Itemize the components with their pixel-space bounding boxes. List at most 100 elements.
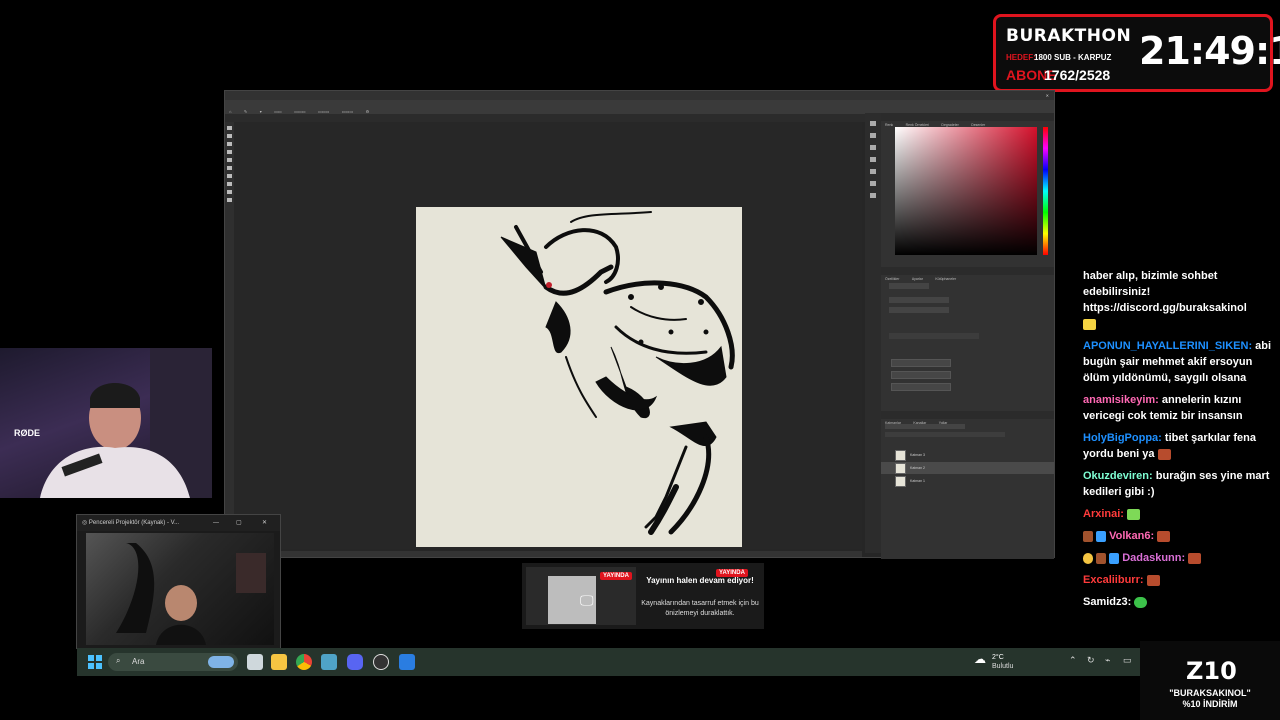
chat-message: Okuzdeviren: burağın ses yine mart kedil… bbox=[1083, 468, 1273, 500]
emote-icon bbox=[1083, 318, 1096, 330]
goal-value: 1800 SUB - KARPUZ bbox=[1034, 53, 1112, 62]
close-icon[interactable]: ✕ bbox=[1046, 91, 1049, 100]
color-picker-field[interactable] bbox=[895, 127, 1037, 255]
ink-sketch-artwork bbox=[500, 211, 735, 535]
chat-text: haber alıp, bizimle sohbet edebilirsiniz… bbox=[1083, 270, 1247, 314]
layer-lock-row[interactable] bbox=[885, 432, 1005, 437]
chat-username[interactable]: APONUN_HAYALLERINI_SIKEN: bbox=[1083, 340, 1252, 352]
layer-controls[interactable] bbox=[881, 421, 1054, 445]
chrome-icon[interactable] bbox=[296, 654, 312, 670]
monitor-icon: 🖵 bbox=[580, 592, 594, 608]
preview-paused-notice: 🖵 YAYINDA YAYINDA Yayının halen devam ed… bbox=[522, 563, 764, 629]
discord-icon[interactable] bbox=[347, 654, 363, 670]
minimize-icon[interactable]: — bbox=[213, 515, 219, 531]
weather-icon[interactable]: ☁ bbox=[974, 652, 986, 666]
emote-icon bbox=[1127, 508, 1141, 520]
document-tabs: Ki-kA-Pi-ta-rrenci.psd Çizim.psd Katman … bbox=[225, 114, 865, 130]
search-icon: ⌕ bbox=[116, 656, 121, 665]
chat-message: APONUN_HAYALLERINI_SIKEN: abi bugün şair… bbox=[1083, 338, 1273, 386]
blend-mode-dropdown[interactable] bbox=[885, 424, 965, 429]
sponsor-discount: %10 İNDİRİM bbox=[1182, 699, 1238, 709]
props-row bbox=[889, 333, 979, 339]
weather-temp[interactable]: 2°C bbox=[992, 654, 1004, 661]
preview-thumbnail: 🖵 YAYINDA bbox=[526, 567, 636, 625]
chat-username[interactable]: Excaliiburr: bbox=[1083, 574, 1144, 586]
panel-tab[interactable]: Renk bbox=[885, 121, 893, 129]
emote-icon bbox=[1188, 552, 1202, 564]
goal-label: HEDEF: bbox=[1006, 53, 1036, 62]
chat-message: haber alıp, bizimle sohbet edebilirsiniz… bbox=[1083, 268, 1273, 332]
menu-bar: Ps Dosya Düzenle Görüntü Katman Metin Se… bbox=[225, 91, 1054, 105]
sub-count: 1762/2528 bbox=[1044, 67, 1111, 83]
layer-name: Katman 3 bbox=[910, 453, 925, 457]
status-bar bbox=[234, 551, 862, 557]
windows-start-icon[interactable] bbox=[88, 655, 102, 669]
layers-panel-tabs: Katmanlar Kanallar Yollar bbox=[881, 411, 1054, 425]
streamer-silhouette bbox=[40, 348, 212, 498]
layer-thumbnail bbox=[895, 449, 906, 461]
chat-username[interactable]: Arxinai: bbox=[1083, 508, 1124, 520]
hue-slider[interactable] bbox=[1043, 127, 1048, 255]
projector-preview-image bbox=[116, 543, 266, 645]
right-panels: Renk Renk Örnekleri Degradeler Desenler … bbox=[881, 113, 1054, 559]
tray-display-icon[interactable]: ▭ bbox=[1123, 655, 1132, 666]
chat-username[interactable]: anamisikeyim: bbox=[1083, 394, 1159, 406]
properties-content bbox=[889, 283, 1049, 403]
props-button[interactable] bbox=[891, 359, 951, 367]
drawing-canvas[interactable] bbox=[416, 207, 742, 547]
chat-username[interactable]: Dadaskunn: bbox=[1122, 552, 1185, 564]
panel-icons[interactable] bbox=[865, 113, 881, 213]
chat-message: anamisikeyim: annelerin kızını vericegi … bbox=[1083, 392, 1273, 424]
tools-panel bbox=[225, 122, 234, 542]
badge-icon bbox=[1096, 530, 1107, 542]
app-icon-2[interactable] bbox=[399, 654, 415, 670]
chat-message: Dadaskunn: bbox=[1083, 550, 1273, 566]
tray-refresh-icon[interactable]: ↻ bbox=[1087, 655, 1095, 666]
chat-username[interactable]: Okuzdeviren: bbox=[1083, 470, 1153, 482]
projector-video bbox=[86, 533, 274, 645]
obs-icon[interactable] bbox=[373, 654, 389, 670]
tool-icons[interactable] bbox=[225, 122, 234, 322]
layer-name: Katman 1 bbox=[910, 479, 925, 483]
emote-icon bbox=[1157, 448, 1171, 460]
layer-row[interactable]: Katman 3 bbox=[881, 449, 1054, 461]
taskbar-search[interactable]: ⌕ Ara bbox=[108, 653, 238, 671]
chat-username[interactable]: Samidz3: bbox=[1083, 596, 1131, 608]
panel-tab[interactable]: Kütüphaneler bbox=[935, 275, 956, 283]
chat-message: Arxinai: bbox=[1083, 506, 1273, 522]
canvas-workspace[interactable] bbox=[234, 122, 862, 549]
red-accent bbox=[546, 282, 552, 288]
chat-username[interactable]: HolyBigPoppa: bbox=[1083, 432, 1162, 444]
layer-thumbnail bbox=[895, 475, 906, 487]
close-icon[interactable]: ✕ bbox=[262, 515, 267, 531]
tray-usb-icon[interactable]: ⌁ bbox=[1105, 655, 1110, 666]
props-button[interactable] bbox=[891, 371, 951, 379]
task-view-icon[interactable] bbox=[247, 654, 263, 670]
layer-row[interactable]: Katman 1 bbox=[881, 475, 1054, 487]
maximize-icon[interactable]: ▢ bbox=[236, 515, 242, 531]
app-icon[interactable] bbox=[321, 654, 337, 670]
layer-row-selected[interactable]: Katman 2 bbox=[881, 462, 1054, 474]
file-explorer-icon[interactable] bbox=[271, 654, 287, 670]
layer-thumbnail bbox=[895, 462, 906, 474]
layer-name: Katman 2 bbox=[910, 466, 925, 470]
panel-tab[interactable]: Özellikler bbox=[885, 275, 899, 283]
emote-icon bbox=[1157, 530, 1171, 542]
badge-icon bbox=[1083, 530, 1093, 542]
badge-icon bbox=[1096, 552, 1107, 564]
chat-username[interactable]: Volkan6: bbox=[1109, 530, 1154, 542]
panel-icon-strip bbox=[865, 113, 881, 553]
chat-message: Volkan6: bbox=[1083, 528, 1273, 544]
panel-tab[interactable]: Ayarlar bbox=[912, 275, 923, 283]
props-row bbox=[889, 283, 929, 289]
chevron-up-icon[interactable]: ⌃ bbox=[1069, 655, 1077, 666]
weather-desc[interactable]: Bulutlu bbox=[992, 663, 1013, 670]
properties-panel-tabs: Özellikler Ayarlar Kütüphaneler bbox=[881, 267, 1054, 281]
chat-message: Samidz3: bbox=[1083, 594, 1273, 610]
props-row bbox=[889, 307, 949, 313]
chat-message: HolyBigPoppa: tibet şarkılar fena yordu … bbox=[1083, 430, 1273, 462]
projector-titlebar: ◎ Pencereli Projektör (Kaynak) - V... — … bbox=[77, 515, 280, 531]
props-button[interactable] bbox=[891, 383, 951, 391]
countdown-clock: 21:49:14 bbox=[1139, 29, 1280, 73]
photoshop-window: Ps Dosya Düzenle Görüntü Katman Metin Se… bbox=[224, 90, 1055, 559]
